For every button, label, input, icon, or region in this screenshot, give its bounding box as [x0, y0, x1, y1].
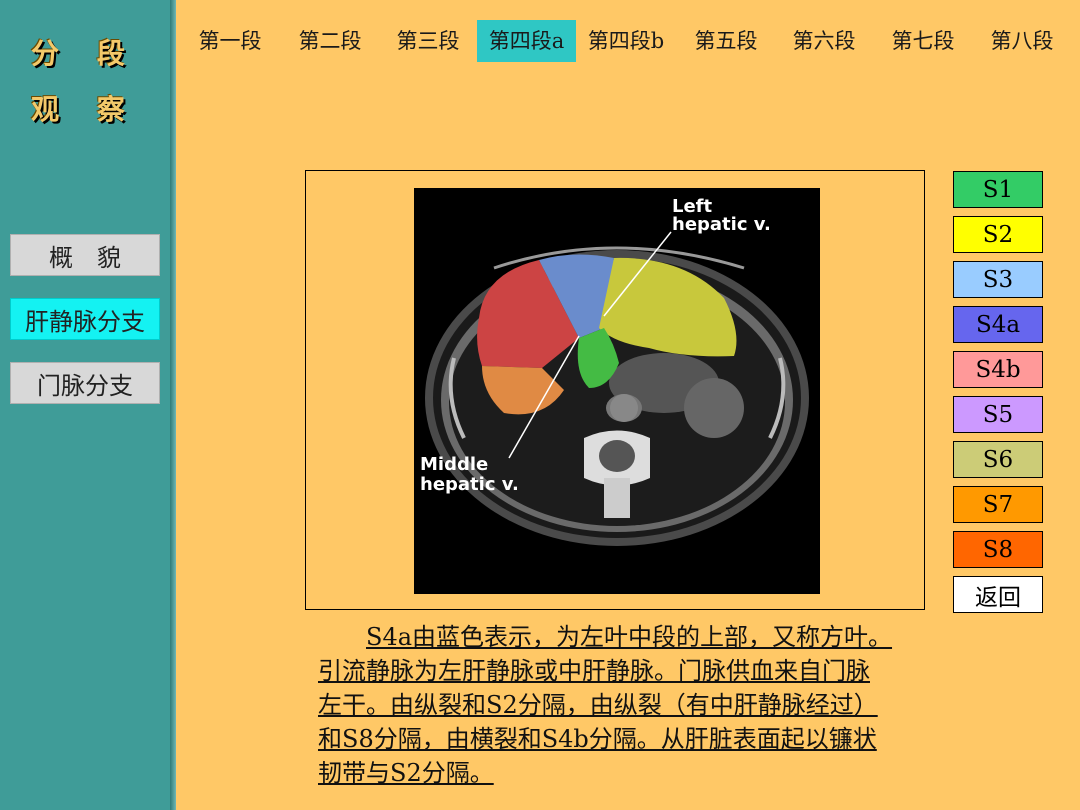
- description-line: 和S8分隔，由横裂和S4b分隔。从肝脏表面起以镰状: [318, 725, 877, 753]
- back-button-label: 返回: [975, 584, 1021, 611]
- segment-button-label: S2: [982, 221, 1014, 248]
- sidebar-item-portal-vein-branches[interactable]: 门脉分支: [10, 362, 160, 404]
- sidebar-title-line1: 分 段: [31, 37, 139, 70]
- sidebar-item-hepatic-vein-branches[interactable]: 肝静脉分支: [10, 298, 160, 340]
- sidebar-divider: [170, 0, 176, 810]
- tab-segment-3[interactable]: 第三段: [386, 20, 470, 62]
- description-line: 左干。由纵裂和S2分隔，由纵裂（有中肝静脉经过）: [318, 691, 878, 719]
- segment-button-s2[interactable]: S2: [953, 216, 1043, 253]
- label-middle-hepatic-line2: hepatic v.: [420, 474, 519, 495]
- segment-button-label: S1: [982, 176, 1014, 203]
- segment-button-s4b[interactable]: S4b: [953, 351, 1043, 388]
- segment-button-label: S3: [982, 266, 1014, 293]
- ct-scan-image: Left hepatic v. Middle hepatic v.: [414, 188, 820, 594]
- back-button[interactable]: 返回: [953, 576, 1043, 613]
- tab-segment-2[interactable]: 第二段: [288, 20, 372, 62]
- tab-segment-5[interactable]: 第五段: [684, 20, 768, 62]
- tab-segment-8[interactable]: 第八段: [980, 20, 1064, 62]
- sidebar-item-overview[interactable]: 概 貌: [10, 234, 160, 276]
- segment-button-s5[interactable]: S5: [953, 396, 1043, 433]
- description-line: 韧带与S2分隔。: [318, 759, 494, 787]
- label-left-hepatic-line2: hepatic v.: [672, 214, 771, 235]
- sidebar-title-line2: 观 察: [31, 93, 139, 126]
- sidebar-item-label: 概 貌: [49, 243, 121, 272]
- description-line: 引流静脉为左肝静脉或中肝静脉。门脉供血来自门脉: [318, 657, 870, 685]
- tab-segment-4a[interactable]: 第四段a: [477, 20, 576, 62]
- segment-description: S4a由蓝色表示，为左叶中段的上部，又称方叶。 引流静脉为左肝静脉或中肝静脉。门…: [318, 620, 948, 790]
- label-middle-hepatic-line1: Middle: [420, 454, 488, 475]
- sidebar-item-label: 门脉分支: [37, 371, 133, 400]
- segment-button-s1[interactable]: S1: [953, 171, 1043, 208]
- segment-button-label: S5: [982, 401, 1014, 428]
- segment-button-label: S6: [982, 446, 1014, 473]
- tab-segment-6[interactable]: 第六段: [782, 20, 866, 62]
- segment-button-s3[interactable]: S3: [953, 261, 1043, 298]
- tab-segment-1[interactable]: 第一段: [188, 20, 272, 62]
- segment-button-label: S4b: [975, 356, 1021, 383]
- segment-button-label: S8: [982, 536, 1014, 563]
- segment-button-s8[interactable]: S8: [953, 531, 1043, 568]
- sidebar-item-label: 肝静脉分支: [25, 307, 145, 336]
- segment-button-label: S4a: [975, 311, 1021, 338]
- segment-button-label: S7: [982, 491, 1014, 518]
- description-line: S4a由蓝色表示，为左叶中段的上部，又称方叶。: [366, 623, 893, 651]
- sidebar: 分 段 观 察 概 貌 肝静脉分支 门脉分支: [0, 0, 170, 810]
- tab-segment-7[interactable]: 第七段: [881, 20, 965, 62]
- tab-segment-4b[interactable]: 第四段b: [580, 20, 672, 62]
- segment-button-s4a[interactable]: S4a: [953, 306, 1043, 343]
- segment-button-s6[interactable]: S6: [953, 441, 1043, 478]
- segment-button-s7[interactable]: S7: [953, 486, 1043, 523]
